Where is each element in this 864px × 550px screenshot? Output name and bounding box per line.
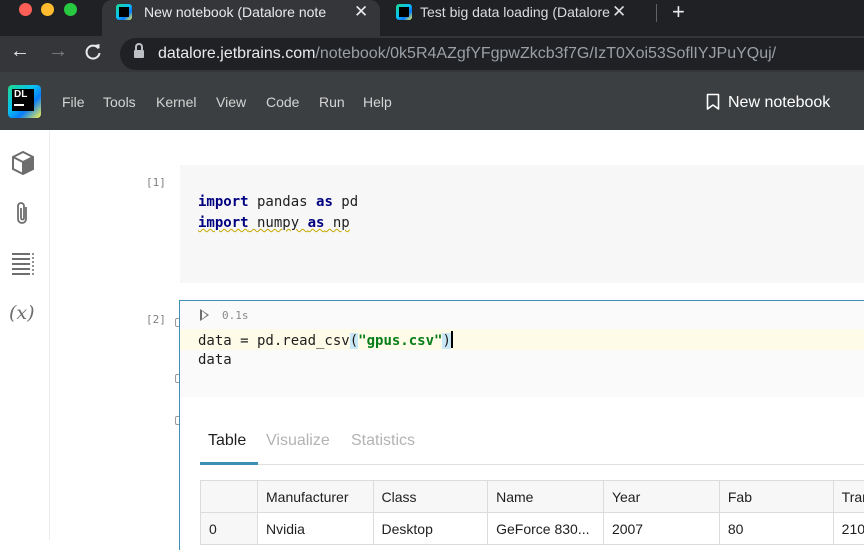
table-header[interactable]: Tran [833,481,864,513]
tab-title: Test big data loading (Datalore [420,4,618,20]
datalore-favicon-icon [116,4,132,20]
outline-icon[interactable] [10,250,36,276]
table-header-row: Manufacturer Class Name Year Fab Tran [201,481,864,513]
menu-tools[interactable]: Tools [103,94,136,110]
new-tab-plus-icon[interactable]: + [672,0,685,25]
tab-title: New notebook (Datalore noteb [144,4,326,20]
output-tab-statistics[interactable]: Statistics [351,432,415,450]
logo-text: DL [14,90,27,100]
cube-icon[interactable] [10,150,36,176]
lock-icon [134,47,144,59]
menu-kernel[interactable]: Kernel [156,94,196,110]
code-line[interactable]: data = pd.read_csv("gpus.csv") [198,331,453,349]
code-line[interactable]: import pandas as pd [198,194,358,210]
dataframe-table: Manufacturer Class Name Year Fab Tran 0 … [200,480,864,545]
minimize-window-button[interactable] [41,3,54,16]
app-header: DL File Tools Kernel View Code Run Help … [0,72,864,130]
url-path: /notebook/0k5R4AZgfYFgpwZkcb3f7G/IzT0Xoi… [315,45,776,62]
maximize-window-button[interactable] [64,3,77,16]
url-host: datalore.jetbrains.com [158,45,315,62]
table-header[interactable]: Class [373,481,488,513]
cell-exec-count: [1] [146,176,166,189]
table-header[interactable]: Year [603,481,719,513]
code-line[interactable]: data [198,352,232,368]
table-header[interactable]: Manufacturer [258,481,374,513]
datalore-logo-icon[interactable]: DL [8,85,41,118]
active-tab-underline [200,462,258,465]
datalore-favicon-icon [396,4,412,20]
output-tab-visualize[interactable]: Visualize [266,432,330,450]
table-header[interactable]: Name [488,481,604,513]
exec-time: 0.1s [222,309,249,322]
notebook-area: [1] import pandas as pd import numpy as … [50,130,864,540]
back-arrow-icon[interactable]: ← [10,40,30,63]
menu-view[interactable]: View [216,94,246,110]
browser-tab-bar: New notebook (Datalore noteb ✕ Test big … [0,0,864,36]
menu-run[interactable]: Run [319,94,345,110]
output-tab-table[interactable]: Table [208,432,246,450]
tab-separator [656,4,657,22]
variables-icon[interactable]: (x) [9,302,35,328]
run-cell-play-icon[interactable] [200,309,209,321]
table-header [201,481,258,513]
paperclip-icon[interactable] [10,200,36,226]
menu-code[interactable]: Code [266,94,299,110]
address-bar[interactable]: datalore.jetbrains.com/notebook/0k5R4AZg… [120,38,864,70]
notebook-title[interactable]: New notebook [728,94,830,112]
code-line[interactable]: import numpy as np [198,215,350,231]
url-text: datalore.jetbrains.com/notebook/0k5R4AZg… [158,45,776,63]
code-cell-selected[interactable]: 0.1s data = pd.read_csv("gpus.csv") data… [179,300,864,550]
bookmark-icon[interactable] [706,93,720,111]
browser-tab-active[interactable]: New notebook (Datalore noteb ✕ [102,0,380,36]
cell-exec-count: [2] [146,313,166,326]
code-cell[interactable]: import pandas as pd import numpy as np [180,165,864,283]
tab-close-icon[interactable]: ✕ [612,2,626,22]
left-sidebar: (x) [0,130,50,540]
browser-toolbar: ← → datalore.jetbrains.com/notebook/0k5R… [0,36,864,72]
table-header[interactable]: Fab [719,481,833,513]
reload-icon[interactable] [84,40,102,67]
menu-help[interactable]: Help [363,94,392,110]
tab-close-icon[interactable]: ✕ [354,2,368,22]
menu-file[interactable]: File [62,94,85,110]
close-window-button[interactable] [19,3,32,16]
output-tabs-divider [200,464,864,465]
browser-tab[interactable]: Test big data loading (Datalore ✕ [382,0,656,28]
forward-arrow-icon[interactable]: → [48,40,68,63]
